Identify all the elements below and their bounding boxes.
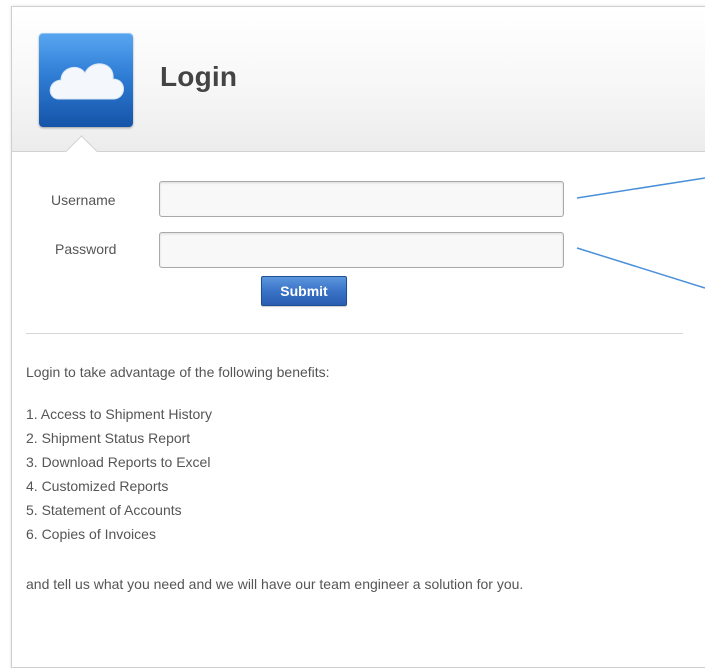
- section-divider: [26, 333, 683, 334]
- page-title: Login: [160, 61, 238, 92]
- password-label: Password: [55, 241, 117, 257]
- list-item: 6. Copies of Invoices: [26, 526, 156, 542]
- closing-text: and tell us what you need and we will ha…: [26, 576, 524, 592]
- list-item: 5. Statement of Accounts: [26, 502, 182, 518]
- username-field[interactable]: [159, 181, 564, 217]
- submit-button[interactable]: Submit: [261, 276, 347, 306]
- cloud-icon: [39, 33, 133, 127]
- list-item: 1. Access to Shipment History: [26, 406, 212, 422]
- password-field[interactable]: [159, 232, 564, 268]
- list-item: 2. Shipment Status Report: [26, 430, 191, 446]
- list-item: 3. Download Reports to Excel: [26, 454, 211, 470]
- benefits-list: 1. Access to Shipment History 2. Shipmen…: [26, 402, 212, 546]
- username-label: Username: [51, 192, 116, 208]
- benefits-intro: Login to take advantage of the following…: [26, 364, 330, 380]
- list-item: 4. Customized Reports: [26, 478, 169, 494]
- login-header: Login: [12, 7, 705, 152]
- login-panel: Login: [11, 6, 705, 668]
